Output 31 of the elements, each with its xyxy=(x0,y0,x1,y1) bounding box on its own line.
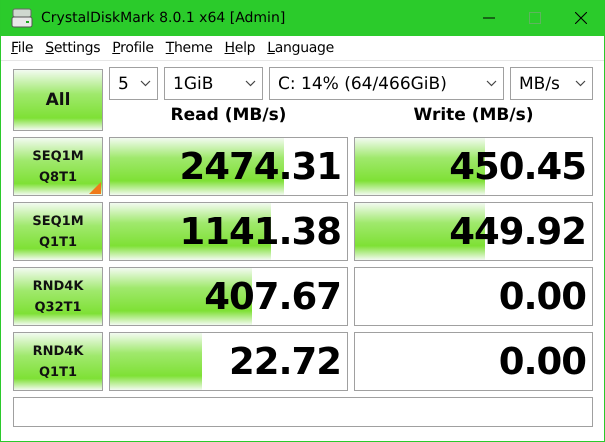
maximize-icon xyxy=(529,12,541,24)
comment-field[interactable] xyxy=(13,397,593,427)
disk-drive-icon xyxy=(11,8,33,28)
read-result-cell: 22.72 xyxy=(109,332,348,391)
corner-triangle-icon xyxy=(89,182,101,194)
menu-item[interactable]: Profile xyxy=(106,36,160,60)
chevron-down-icon xyxy=(140,80,151,87)
dropdown[interactable]: 5 xyxy=(109,67,158,100)
column-header: Write (MB/s) xyxy=(412,105,534,125)
chevron-down-icon xyxy=(575,80,586,87)
menu-item[interactable]: Help xyxy=(218,36,262,60)
dropdown[interactable]: 1GiB xyxy=(164,67,263,100)
test-button[interactable]: SEQ1M Q8T1 xyxy=(13,137,103,196)
menu-item[interactable]: Theme xyxy=(160,36,219,60)
chevron-down-icon xyxy=(486,80,497,87)
menu-item[interactable]: File xyxy=(5,36,40,60)
write-result-cell: 0.00 xyxy=(354,332,593,391)
menu-item[interactable]: Language xyxy=(261,36,340,60)
chevron-down-icon xyxy=(245,80,256,87)
minimize-icon xyxy=(483,17,495,19)
write-result-cell: 0.00 xyxy=(354,267,593,326)
test-button[interactable]: SEQ1M Q1T1 xyxy=(13,202,103,261)
test-button[interactable]: RND4K Q32T1 xyxy=(13,267,103,326)
test-button[interactable]: RND4K Q1T1 xyxy=(13,332,103,391)
menu-item[interactable]: Settings xyxy=(39,36,106,60)
column-header: Read (MB/s) xyxy=(170,105,288,125)
window-title: CrystalDiskMark 8.0.1 x64 [Admin] xyxy=(41,10,286,26)
dropdown[interactable]: C: 14% (64/466GiB) xyxy=(269,67,504,100)
dropdown[interactable]: MB/s xyxy=(510,67,593,100)
run-all-button[interactable]: All xyxy=(13,69,103,131)
close-icon xyxy=(575,12,587,24)
